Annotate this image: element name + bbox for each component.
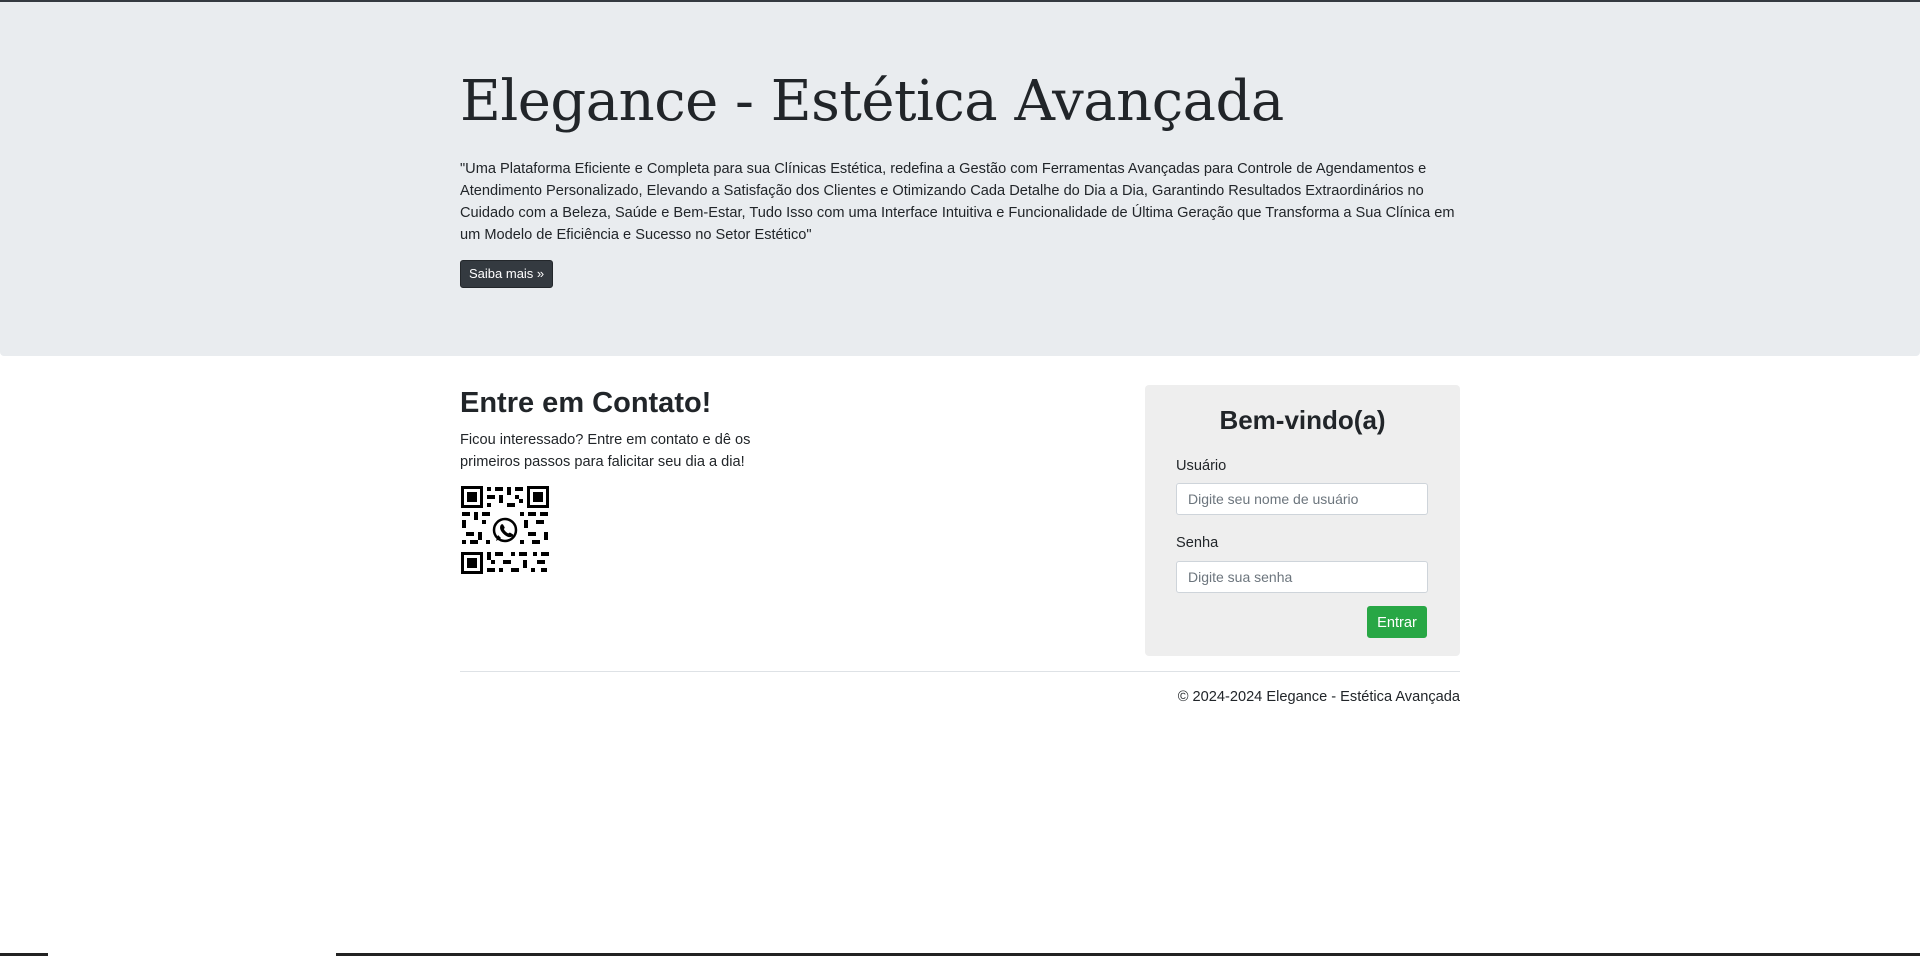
hero-title: Elegance - Estética Avançada	[460, 69, 1284, 134]
hero-description: "Uma Plataforma Eficiente e Completa par…	[460, 161, 1455, 243]
login-title: Bem-vindo(a)	[1219, 405, 1386, 435]
footer-copyright: © 2024-2024 Elegance - Estética Avançada	[1177, 689, 1460, 705]
username-input[interactable]	[1176, 483, 1428, 515]
learn-more-button[interactable]: Saiba mais »	[460, 260, 554, 288]
password-label: Senha	[1176, 535, 1219, 551]
hero-jumbotron: Elegance - Estética Avançada "Uma Plataf…	[0, 2, 1920, 356]
login-panel: Bem-vindo(a) Usuário Senha Entrar	[1145, 385, 1460, 656]
hero-container: Elegance - Estética Avançada "Uma Plataf…	[460, 66, 1460, 288]
contact-description: Ficou interessado? Entre em contato e dê…	[460, 432, 751, 470]
login-submit-button[interactable]: Entrar	[1367, 606, 1427, 638]
contact-section: Entre em Contato! Ficou interessado? Ent…	[460, 385, 800, 575]
whatsapp-qr-code-icon	[460, 485, 550, 575]
password-input[interactable]	[1176, 561, 1428, 593]
footer-divider	[460, 671, 1460, 672]
contact-title: Entre em Contato!	[460, 387, 712, 419]
username-label: Usuário	[1176, 458, 1227, 474]
